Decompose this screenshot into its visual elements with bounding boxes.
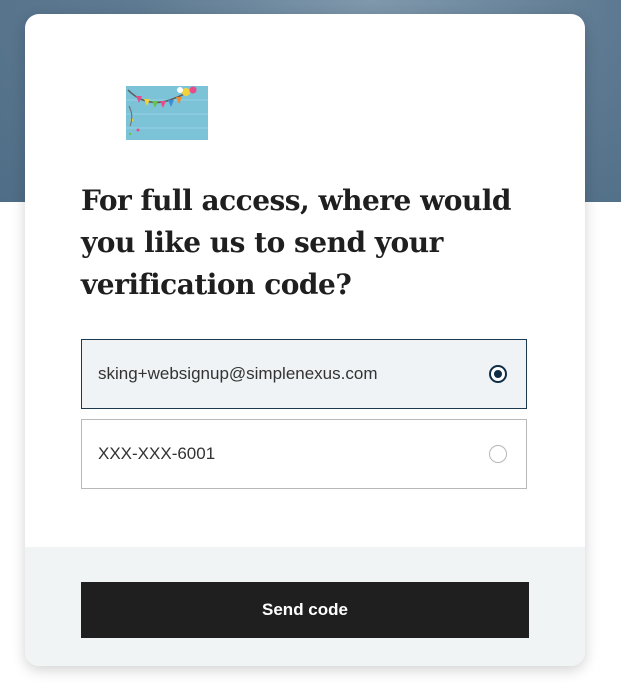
card-footer: Send code xyxy=(25,547,585,666)
phone-option[interactable]: XXX-XXX-6001 xyxy=(81,419,527,489)
email-radio[interactable] xyxy=(489,365,507,383)
send-code-button[interactable]: Send code xyxy=(81,582,529,638)
party-banner-logo-icon xyxy=(126,86,208,140)
page-title: For full access, where would you like us… xyxy=(81,184,511,301)
verification-card: For full access, where would you like us… xyxy=(25,14,585,666)
phone-option-label: XXX-XXX-6001 xyxy=(98,444,216,463)
phone-radio[interactable] xyxy=(489,445,507,463)
party-banner-logo xyxy=(126,86,208,140)
email-option-label: sking+websignup@simplenexus.com xyxy=(98,364,378,383)
email-option[interactable]: sking+websignup@simplenexus.com xyxy=(81,339,527,409)
